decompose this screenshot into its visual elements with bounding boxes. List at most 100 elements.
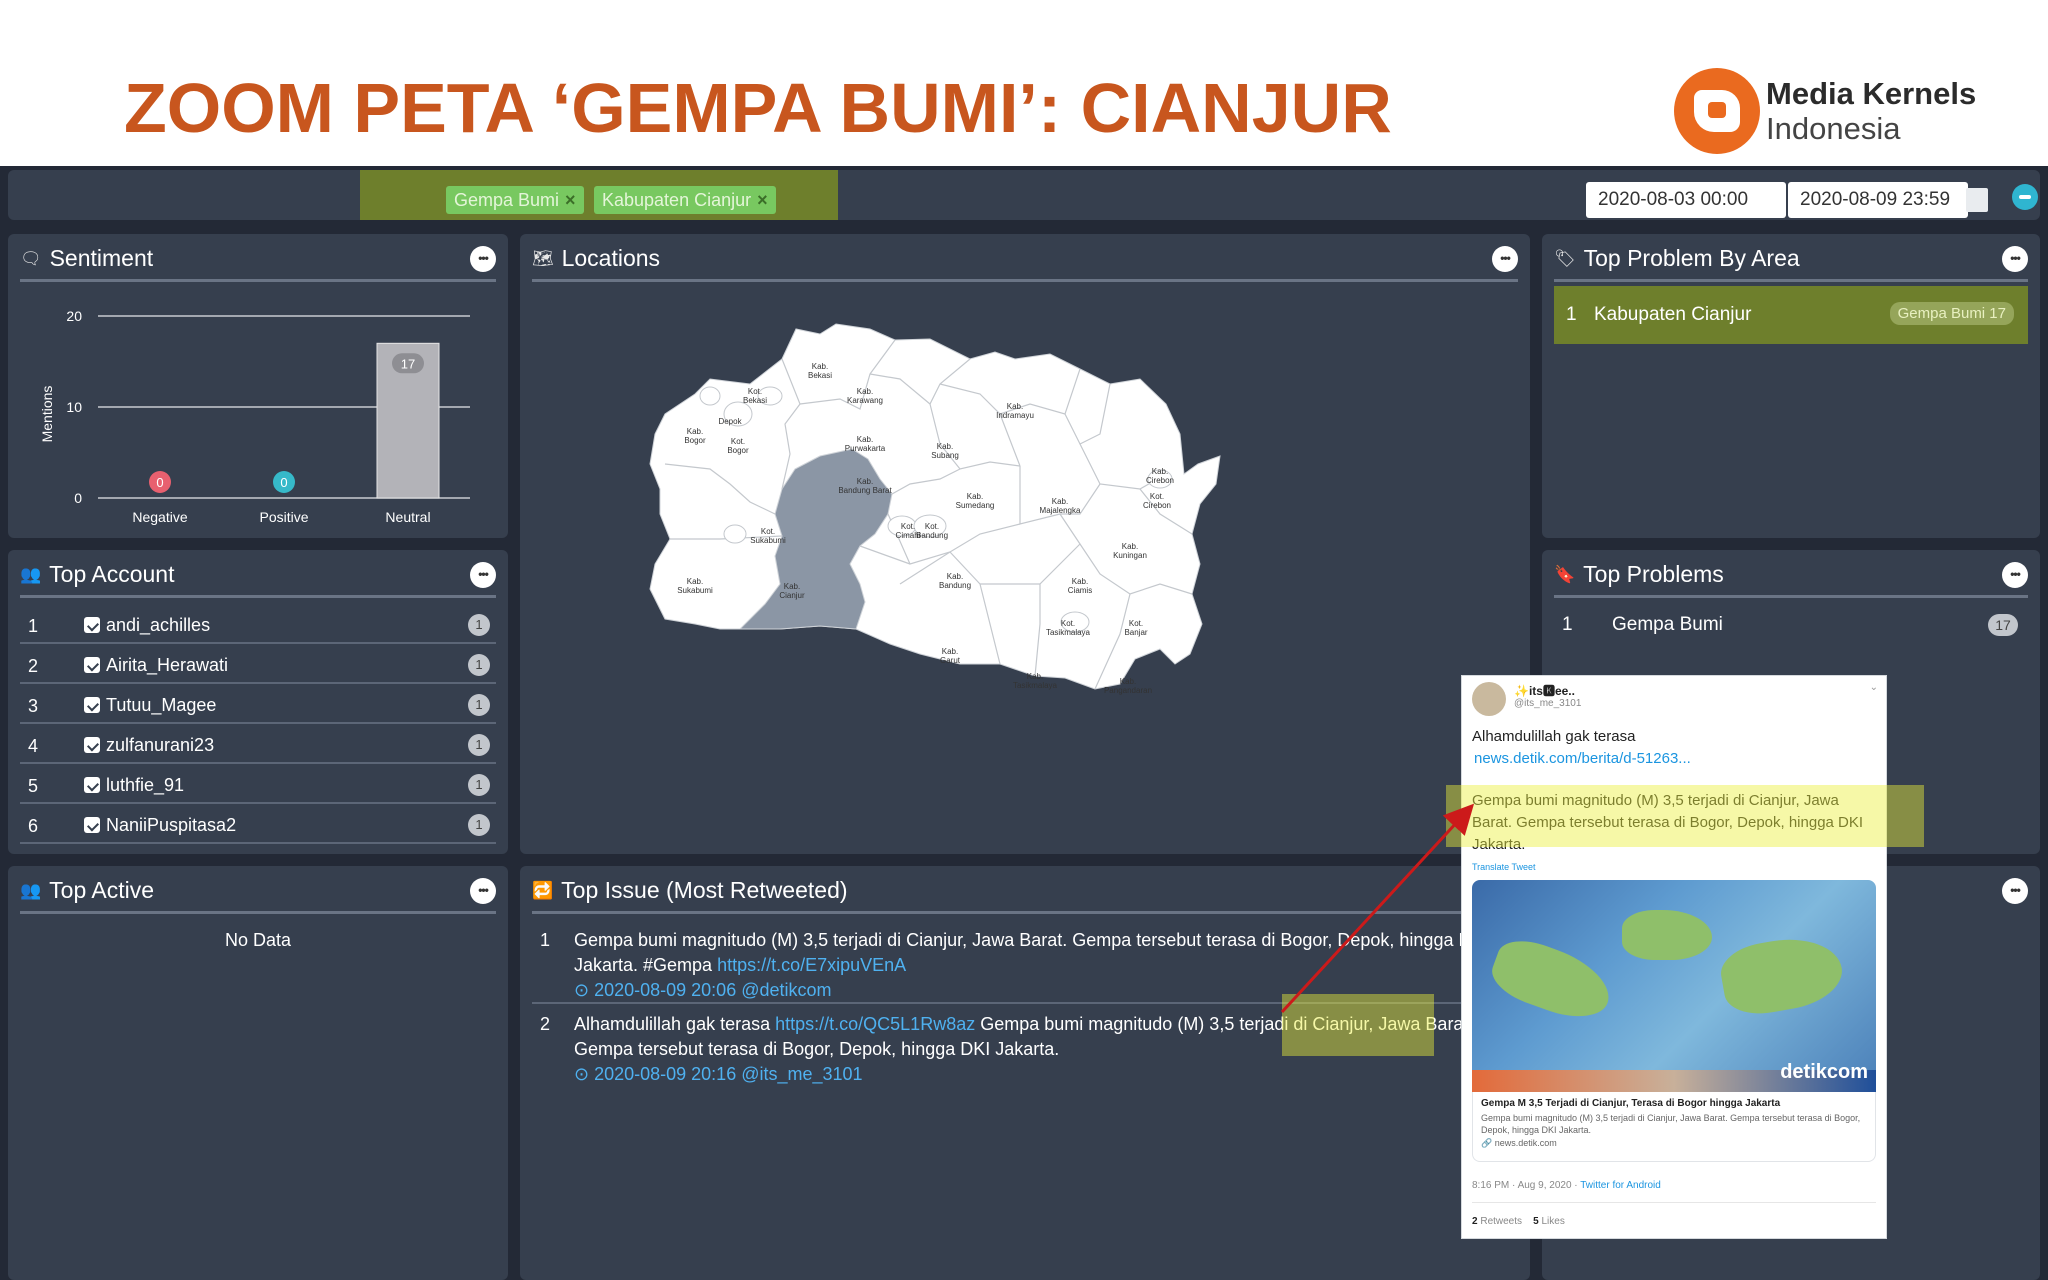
tweet-image[interactable]: detikcom: [1472, 880, 1876, 1092]
twitter-icon: [84, 777, 100, 793]
top-issue-title: Top Issue (Most Retweeted): [561, 877, 848, 903]
slide: ZOOM PETA ‘GEMPA BUMI’: CIANJUR Media Ke…: [0, 0, 2048, 1280]
row-number: 1: [1562, 614, 1573, 635]
issue-link[interactable]: https://t.co/QC5L1Rw8az: [775, 1014, 975, 1034]
remove-chip-icon[interactable]: ×: [565, 190, 576, 210]
map-land-shape: [1716, 930, 1848, 1020]
data-label: 17: [401, 356, 415, 371]
apply-date-button[interactable]: [2012, 184, 2038, 210]
more-menu-icon[interactable]: •••: [470, 246, 496, 272]
count-badge: 17: [1988, 614, 2018, 636]
list-item[interactable]: 1 andi_achilles 1: [20, 606, 496, 644]
row-number: 2: [28, 656, 39, 676]
top-problem-by-area-title: Top Problem By Area: [1583, 245, 1800, 271]
top-issue-panel: 🔁 Top Issue (Most Retweeted) ••• 1 Gempa…: [520, 866, 1530, 1280]
issue-body: Gempa bumi magnitudo (M) 3,5 terjadi di …: [574, 928, 1518, 1003]
west-java-map[interactable]: Kab. BekasiKab. KarawangKot. BekasiDepokKab…: [520, 284, 1530, 854]
date-from-input[interactable]: 2020-08-03 00:00: [1586, 182, 1786, 218]
empty-state: No Data: [224, 930, 292, 950]
panel-title: 🔁 Top Issue (Most Retweeted): [532, 870, 1518, 914]
map-icon: 🗺: [532, 248, 554, 268]
list-item[interactable]: 1 Kabupaten Cianjur Gempa Bumi 17: [1554, 286, 2028, 344]
twitter-icon: [84, 617, 100, 633]
top-active-panel: 👥 Top Active ••• No Data: [8, 866, 508, 1280]
panel-title: 🗨 Sentiment: [20, 238, 496, 282]
filter-chip-gempa-bumi[interactable]: Gempa Bumi ×: [446, 186, 584, 214]
tweet-timestamp: 8:16 PM · Aug 9, 2020 ·: [1472, 1180, 1581, 1191]
tweet-username: ✨its🅺ee..: [1514, 684, 1575, 698]
data-label: 0: [280, 475, 287, 490]
filter-bar: Gempa Bumi × Kabupaten Cianjur × 2020-08-0…: [8, 170, 2040, 220]
locations-title: Locations: [561, 245, 661, 271]
count-badge: 1: [468, 734, 490, 756]
like-label: Likes: [1538, 1216, 1565, 1227]
account-name: zulfanurani23: [106, 735, 215, 755]
chevron-down-icon[interactable]: ⌄: [1870, 682, 1878, 693]
more-menu-icon[interactable]: •••: [470, 878, 496, 904]
more-menu-icon[interactable]: •••: [470, 562, 496, 588]
issue-link[interactable]: https://t.co/E7xipuVEnA: [717, 955, 906, 975]
calendar-icon[interactable]: [1966, 188, 1988, 212]
count-badge: 1: [468, 814, 490, 836]
detikcom-logo: detikcom: [1780, 1061, 1868, 1083]
map-land-shape: [1485, 931, 1619, 1029]
filter-chip-kabupaten-cianjur[interactable]: Kabupaten Cianjur ×: [594, 186, 776, 214]
tweet-source[interactable]: Twitter for Android: [1580, 1180, 1661, 1191]
sentiment-chart: 0 10 20 Mentions 0 Negative 0 Positive 17 Neutral: [39, 308, 470, 525]
list-item[interactable]: 5 luthfie_91 1: [20, 766, 496, 804]
logo-line2: Indonesia: [1766, 111, 1901, 146]
users-icon: 👥: [20, 880, 42, 900]
tweet-link[interactable]: news.detik.com/berita/d-51263...: [1474, 750, 1691, 767]
row-number: 4: [28, 736, 39, 756]
tweet-time: 8:16 PM · Aug 9, 2020 · Twitter for Andr…: [1472, 1180, 1661, 1191]
card-description: Gempa bumi magnitudo (M) 3,5 terjadi di …: [1481, 1113, 1861, 1135]
media-kernels-logo: Media Kernels Indonesia: [1674, 66, 1977, 156]
chip-label: Kabupaten Cianjur: [602, 190, 752, 210]
users-icon: 👥: [20, 564, 42, 584]
row-number: 1: [540, 930, 551, 950]
top-problem-by-area-panel: 🏷 Top Problem By Area ••• 1 Kabupaten Ci…: [1542, 234, 2040, 538]
more-menu-icon[interactable]: •••: [2002, 562, 2028, 588]
row-number: 2: [540, 1014, 551, 1034]
y-axis-label: Mentions: [39, 386, 55, 443]
tweet-card[interactable]: ✨its🅺ee.. @its_me_3101 ⌄ Alhamdulillah g…: [1461, 675, 1887, 1239]
list-item[interactable]: 3 Tutuu_Magee 1: [20, 686, 496, 724]
issue-meta[interactable]: ⊙ 2020-08-09 20:16 @its_me_3101: [574, 1064, 863, 1084]
twitter-icon: [84, 737, 100, 753]
panel-title: 🗺 Locations: [532, 238, 1518, 282]
link-card-caption[interactable]: Gempa M 3,5 Terjadi di Cianjur, Terasa d…: [1472, 1092, 1876, 1162]
translate-tweet-link[interactable]: Translate Tweet: [1472, 862, 1536, 872]
account-name: Airita_Herawati: [106, 655, 229, 675]
y-tick-label: 0: [74, 490, 82, 506]
top-account-title: Top Account: [49, 561, 175, 587]
list-item[interactable]: 2 Airita_Herawati 1: [20, 646, 496, 684]
panel-title: 👥 Top Active: [20, 870, 496, 914]
twitter-icon: [84, 817, 100, 833]
more-menu-icon[interactable]: •••: [1492, 246, 1518, 272]
twitter-icon: [84, 657, 100, 673]
list-item[interactable]: 4 zulfanurani23 1: [20, 726, 496, 764]
panel-title: 👥 Top Account: [20, 554, 496, 598]
bookmark-icon: 🔖: [1554, 564, 1576, 584]
date-to-input[interactable]: 2020-08-09 23:59: [1788, 182, 1968, 218]
filter-highlight: Gempa Bumi × Kabupaten Cianjur ×: [360, 170, 838, 220]
more-menu-icon[interactable]: •••: [2002, 246, 2028, 272]
more-menu-icon[interactable]: •••: [2002, 878, 2028, 904]
list-item[interactable]: 6 NaniiPuspitasa2 1: [20, 806, 496, 844]
divider: [1472, 1202, 1876, 1203]
y-tick-label: 10: [66, 399, 82, 415]
map-label: Depok: [718, 417, 742, 426]
x-tick-label: Negative: [132, 509, 187, 525]
remove-chip-icon[interactable]: ×: [757, 190, 768, 210]
panel-title: 🏷 Top Problem By Area: [1554, 238, 2028, 282]
top-account-panel: 👥 Top Account ••• 1 andi_achilles 1 2 Ai…: [8, 550, 508, 854]
map-label: Kab. Garut: [940, 647, 961, 665]
row-number: 1: [28, 616, 39, 636]
top-problems-title: Top Problems: [1583, 561, 1724, 587]
panel-title: 🔖 Top Problems: [1554, 554, 2028, 598]
issue-meta[interactable]: ⊙ 2020-08-09 20:06 @detikcom: [574, 980, 832, 1000]
map-label: Kab. Bogor: [684, 427, 706, 445]
logo-line1: Media Kernels: [1766, 76, 1977, 111]
list-item[interactable]: 1 Gempa Bumi 17: [1554, 606, 2028, 644]
locations-panel: 🗺 Locations ••• Kab. Bekasi Kab. Karawan…: [520, 234, 1530, 854]
